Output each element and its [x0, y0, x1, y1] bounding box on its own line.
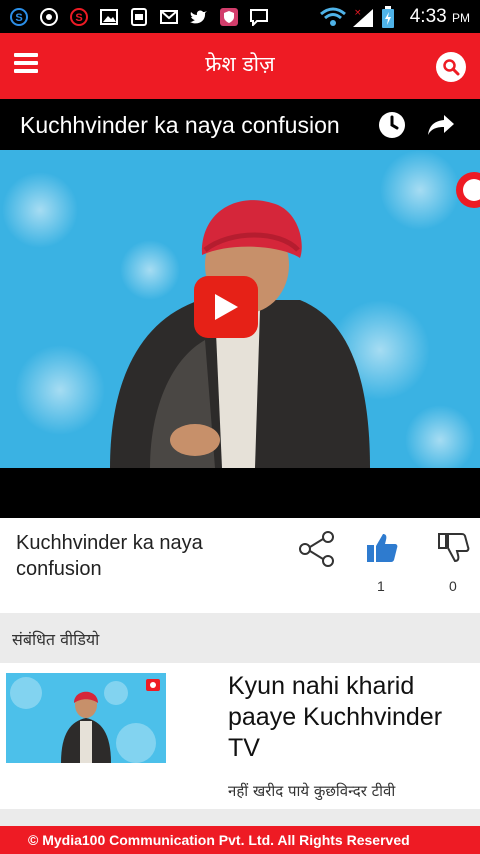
- search-icon[interactable]: [436, 52, 466, 82]
- image-icon: [98, 6, 120, 28]
- email-icon: [158, 6, 180, 28]
- share-icon[interactable]: [298, 530, 336, 568]
- skype-icon: S: [8, 6, 30, 28]
- sim-icon: [128, 6, 150, 28]
- video-title-bar: Kuchhvinder ka naya confusion: [0, 99, 480, 150]
- play-icon: [215, 294, 238, 320]
- wifi-icon: [318, 6, 348, 28]
- whatsapp-icon: [38, 6, 60, 28]
- video-title: Kuchhvinder ka naya confusion: [16, 532, 203, 580]
- app-icon: S: [68, 6, 90, 28]
- battery-icon: [380, 6, 396, 28]
- list-item[interactable]: Kyun nahi kharid paaye Kuchhvinder TV नह…: [0, 663, 480, 809]
- message-icon: [248, 6, 270, 28]
- related-thumbnail-image: [6, 673, 166, 763]
- dislike-icon[interactable]: [438, 532, 470, 564]
- related-video-thumbnail[interactable]: [6, 673, 166, 763]
- time-text: 4:33: [409, 6, 447, 27]
- video-header-title: Kuchhvinder ka naya confusion: [20, 112, 340, 138]
- app-title: फ्रेश डोज़: [205, 52, 275, 76]
- related-video-subtitle: नहीं खरीद पाये कुछविन्दर टीवी: [228, 782, 396, 800]
- svg-text:S: S: [15, 12, 22, 24]
- shield-icon: [218, 6, 240, 28]
- svg-text:×: ×: [354, 8, 362, 18]
- clock: 4:33 PM: [410, 6, 470, 28]
- status-bar: S S × 4:33 PM: [0, 0, 480, 33]
- play-button[interactable]: [194, 276, 258, 338]
- svg-text:S: S: [75, 12, 82, 24]
- video-info-card: Kuchhvinder ka naya confusion 1 0: [0, 518, 480, 613]
- app-bar: फ्रेश डोज़: [0, 33, 480, 99]
- time-ampm: PM: [452, 11, 470, 25]
- related-videos-heading: संबंधित वीडियो: [12, 630, 100, 649]
- like-count: 1: [377, 578, 385, 594]
- share-arrow-icon[interactable]: [426, 113, 456, 137]
- video-bottom-bar: [0, 468, 480, 518]
- watch-later-icon[interactable]: [378, 111, 406, 139]
- copyright-text: © Mydia100 Communication Pvt. Ltd. All R…: [28, 832, 410, 848]
- twitter-icon: [188, 6, 210, 28]
- footer: © Mydia100 Communication Pvt. Ltd. All R…: [0, 826, 480, 854]
- signal-icon: ×: [350, 6, 376, 28]
- related-video-title[interactable]: Kyun nahi kharid paaye Kuchhvinder TV: [228, 671, 468, 764]
- dislike-count: 0: [449, 578, 457, 594]
- like-icon[interactable]: [366, 532, 398, 564]
